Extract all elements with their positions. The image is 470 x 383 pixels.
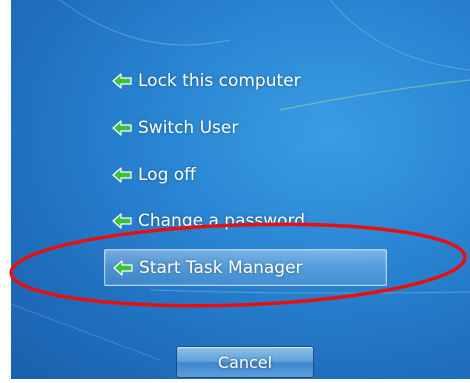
cancel-button[interactable]: Cancel	[176, 346, 314, 378]
option-label: Change a password...	[138, 211, 322, 231]
start-task-manager-option[interactable]: Start Task Manager	[104, 249, 387, 286]
lock-computer-option[interactable]: Lock this computer	[104, 63, 384, 99]
window-edge-bottom	[0, 379, 470, 383]
green-arrow-icon	[112, 120, 132, 136]
green-arrow-icon	[112, 167, 132, 183]
option-label: Lock this computer	[138, 71, 301, 91]
option-label: Log off	[138, 165, 196, 185]
green-arrow-icon	[113, 259, 133, 276]
option-label: Switch User	[138, 118, 239, 138]
green-arrow-icon	[112, 213, 132, 229]
option-label: Start Task Manager	[139, 257, 303, 278]
change-password-option[interactable]: Change a password...	[104, 203, 384, 239]
switch-user-option[interactable]: Switch User	[104, 110, 384, 146]
log-off-option[interactable]: Log off	[104, 157, 384, 193]
green-arrow-icon	[112, 73, 132, 89]
